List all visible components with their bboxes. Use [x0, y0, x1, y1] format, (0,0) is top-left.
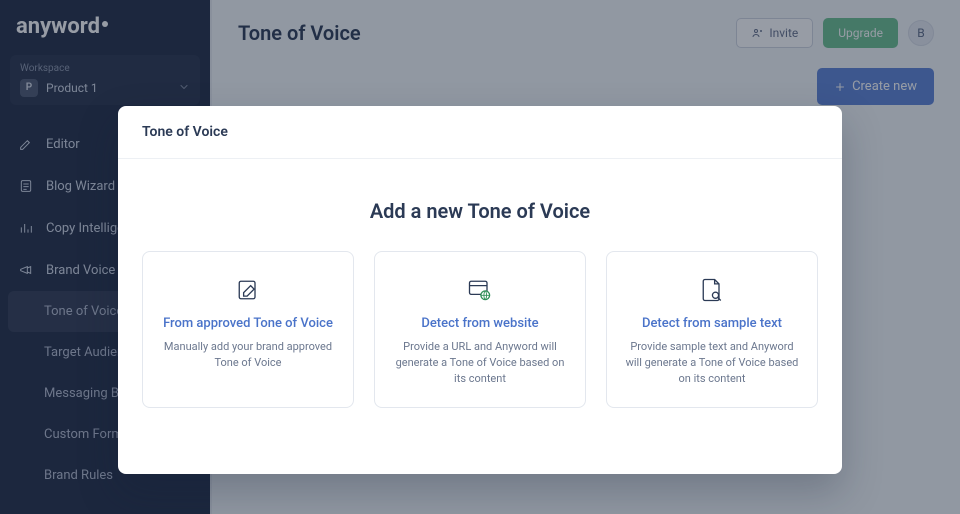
modal-header: Tone of Voice — [118, 106, 842, 159]
option-list: From approved Tone of Voice Manually add… — [142, 251, 818, 408]
option-desc: Provide a URL and Anyword will generate … — [389, 339, 571, 387]
option-detect-website[interactable]: Detect from website Provide a URL and An… — [374, 251, 586, 408]
option-title: Detect from sample text — [642, 316, 782, 331]
browser-globe-icon — [466, 276, 494, 304]
document-search-icon — [698, 276, 726, 304]
option-title: From approved Tone of Voice — [163, 316, 333, 331]
modal-title: Add a new Tone of Voice — [142, 199, 818, 223]
option-desc: Provide sample text and Anyword will gen… — [621, 339, 803, 387]
option-from-approved[interactable]: From approved Tone of Voice Manually add… — [142, 251, 354, 408]
option-title: Detect from website — [421, 316, 538, 331]
option-detect-sample-text[interactable]: Detect from sample text Provide sample t… — [606, 251, 818, 408]
note-pencil-icon — [234, 276, 262, 304]
option-desc: Manually add your brand approved Tone of… — [157, 339, 339, 371]
modal-body: Add a new Tone of Voice From approved To… — [118, 159, 842, 474]
new-tone-modal: Tone of Voice Add a new Tone of Voice Fr… — [118, 106, 842, 474]
